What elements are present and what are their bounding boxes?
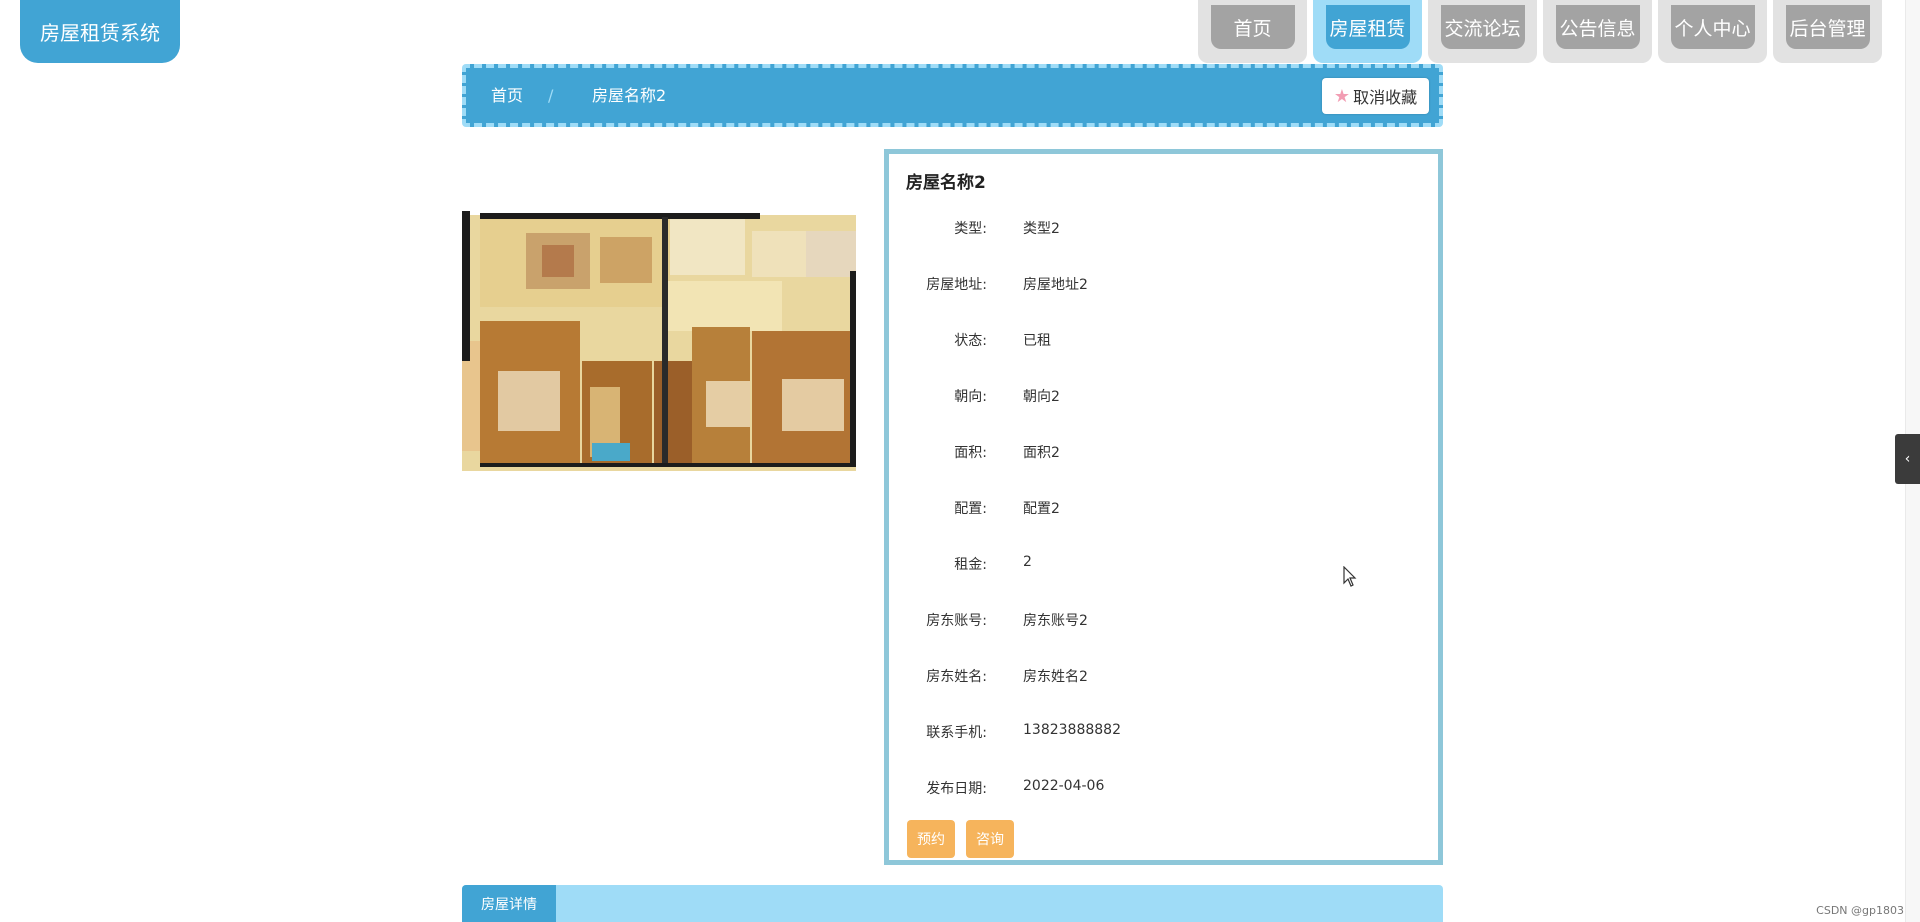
top-nav: 首页 房屋租赁 交流论坛 公告信息 个人中心 后台管理 [1198,0,1882,63]
field-label: 房东账号: [926,613,987,629]
nav-item-label: 后台管理 [1785,5,1870,49]
field-value: 房东账号2 [1023,613,1088,629]
field-value: 面积2 [1023,445,1060,461]
detail-row-landlord-account: 房东账号: 房东账号2 [889,610,1438,630]
detail-row-status: 状态: 已租 [889,330,1438,350]
unfavorite-button[interactable]: ★ 取消收藏 [1322,78,1429,114]
field-label: 状态: [954,333,987,349]
tab-house-details[interactable]: 房屋详情 [462,885,556,922]
consult-button[interactable]: 咨询 [966,820,1014,858]
detail-row-address: 房屋地址: 房屋地址2 [889,274,1438,294]
nav-item-home[interactable]: 首页 [1198,0,1307,63]
field-value: 配置2 [1023,501,1060,517]
house-title: 房屋名称2 [906,173,986,193]
breadcrumb-current: 房屋名称2 [592,86,667,105]
nav-item-label: 公告信息 [1555,5,1640,49]
field-label: 房东姓名: [926,669,987,685]
nav-item-forum[interactable]: 交流论坛 [1428,0,1537,63]
detail-row-orientation: 朝向: 朝向2 [889,386,1438,406]
reserve-button[interactable]: 预约 [907,820,955,858]
page: 房屋租赁系统 首页 房屋租赁 交流论坛 公告信息 个人中心 后台管理 首页 / … [0,0,1920,922]
unfavorite-label: 取消收藏 [1353,88,1418,107]
detail-row-publish-date: 发布日期: 2022-04-06 [889,778,1438,798]
mouse-cursor-icon [1343,566,1357,587]
field-value: 房屋地址2 [1023,277,1088,293]
field-value: 2 [1023,554,1032,570]
field-value: 房东姓名2 [1023,669,1088,685]
field-label: 面积: [954,445,987,461]
field-value: 类型2 [1023,221,1060,237]
app-logo[interactable]: 房屋租赁系统 [20,0,180,63]
field-label: 房屋地址: [926,277,987,293]
breadcrumb: 首页 / 房屋名称2 ★ 取消收藏 [462,64,1443,127]
detail-row-landlord-name: 房东姓名: 房东姓名2 [889,666,1438,686]
nav-item-label: 个人中心 [1670,5,1755,49]
nav-item-house-rental[interactable]: 房屋租赁 [1313,0,1422,63]
field-label: 类型: [954,221,987,237]
house-floorplan-image [462,211,863,471]
watermark: CSDN @gp1803 [1816,904,1904,917]
field-label: 联系手机: [926,725,987,741]
nav-item-admin[interactable]: 后台管理 [1773,0,1882,63]
detail-row-type: 类型: 类型2 [889,218,1438,238]
nav-item-announcements[interactable]: 公告信息 [1543,0,1652,63]
breadcrumb-home-link[interactable]: 首页 [491,68,523,123]
house-detail-panel: 房屋名称2 类型: 类型2 房屋地址: 房屋地址2 状态: 已租 朝向: 朝向2… [884,149,1443,865]
nav-item-label: 首页 [1210,5,1295,49]
field-value: 朝向2 [1023,389,1060,405]
star-icon: ★ [1333,85,1351,107]
field-label: 朝向: [954,389,987,405]
field-value: 已租 [1023,333,1051,349]
detail-row-phone: 联系手机: 13823888882 [889,722,1438,742]
nav-item-personal-center[interactable]: 个人中心 [1658,0,1767,63]
field-label: 租金: [954,557,987,573]
detail-row-configuration: 配置: 配置2 [889,498,1438,518]
field-label: 发布日期: [926,781,987,797]
field-label: 配置: [954,501,987,517]
sidebar-toggle-button[interactable]: ‹ [1895,434,1920,484]
detail-row-area: 面积: 面积2 [889,442,1438,462]
nav-item-label: 交流论坛 [1440,5,1525,49]
nav-item-label: 房屋租赁 [1325,5,1410,49]
field-value: 13823888882 [1023,722,1121,738]
chevron-left-icon: ‹ [1904,451,1911,467]
field-value: 2022-04-06 [1023,778,1105,794]
breadcrumb-separator: / [548,86,554,105]
detail-tab-bar: 房屋详情 [462,885,1443,922]
